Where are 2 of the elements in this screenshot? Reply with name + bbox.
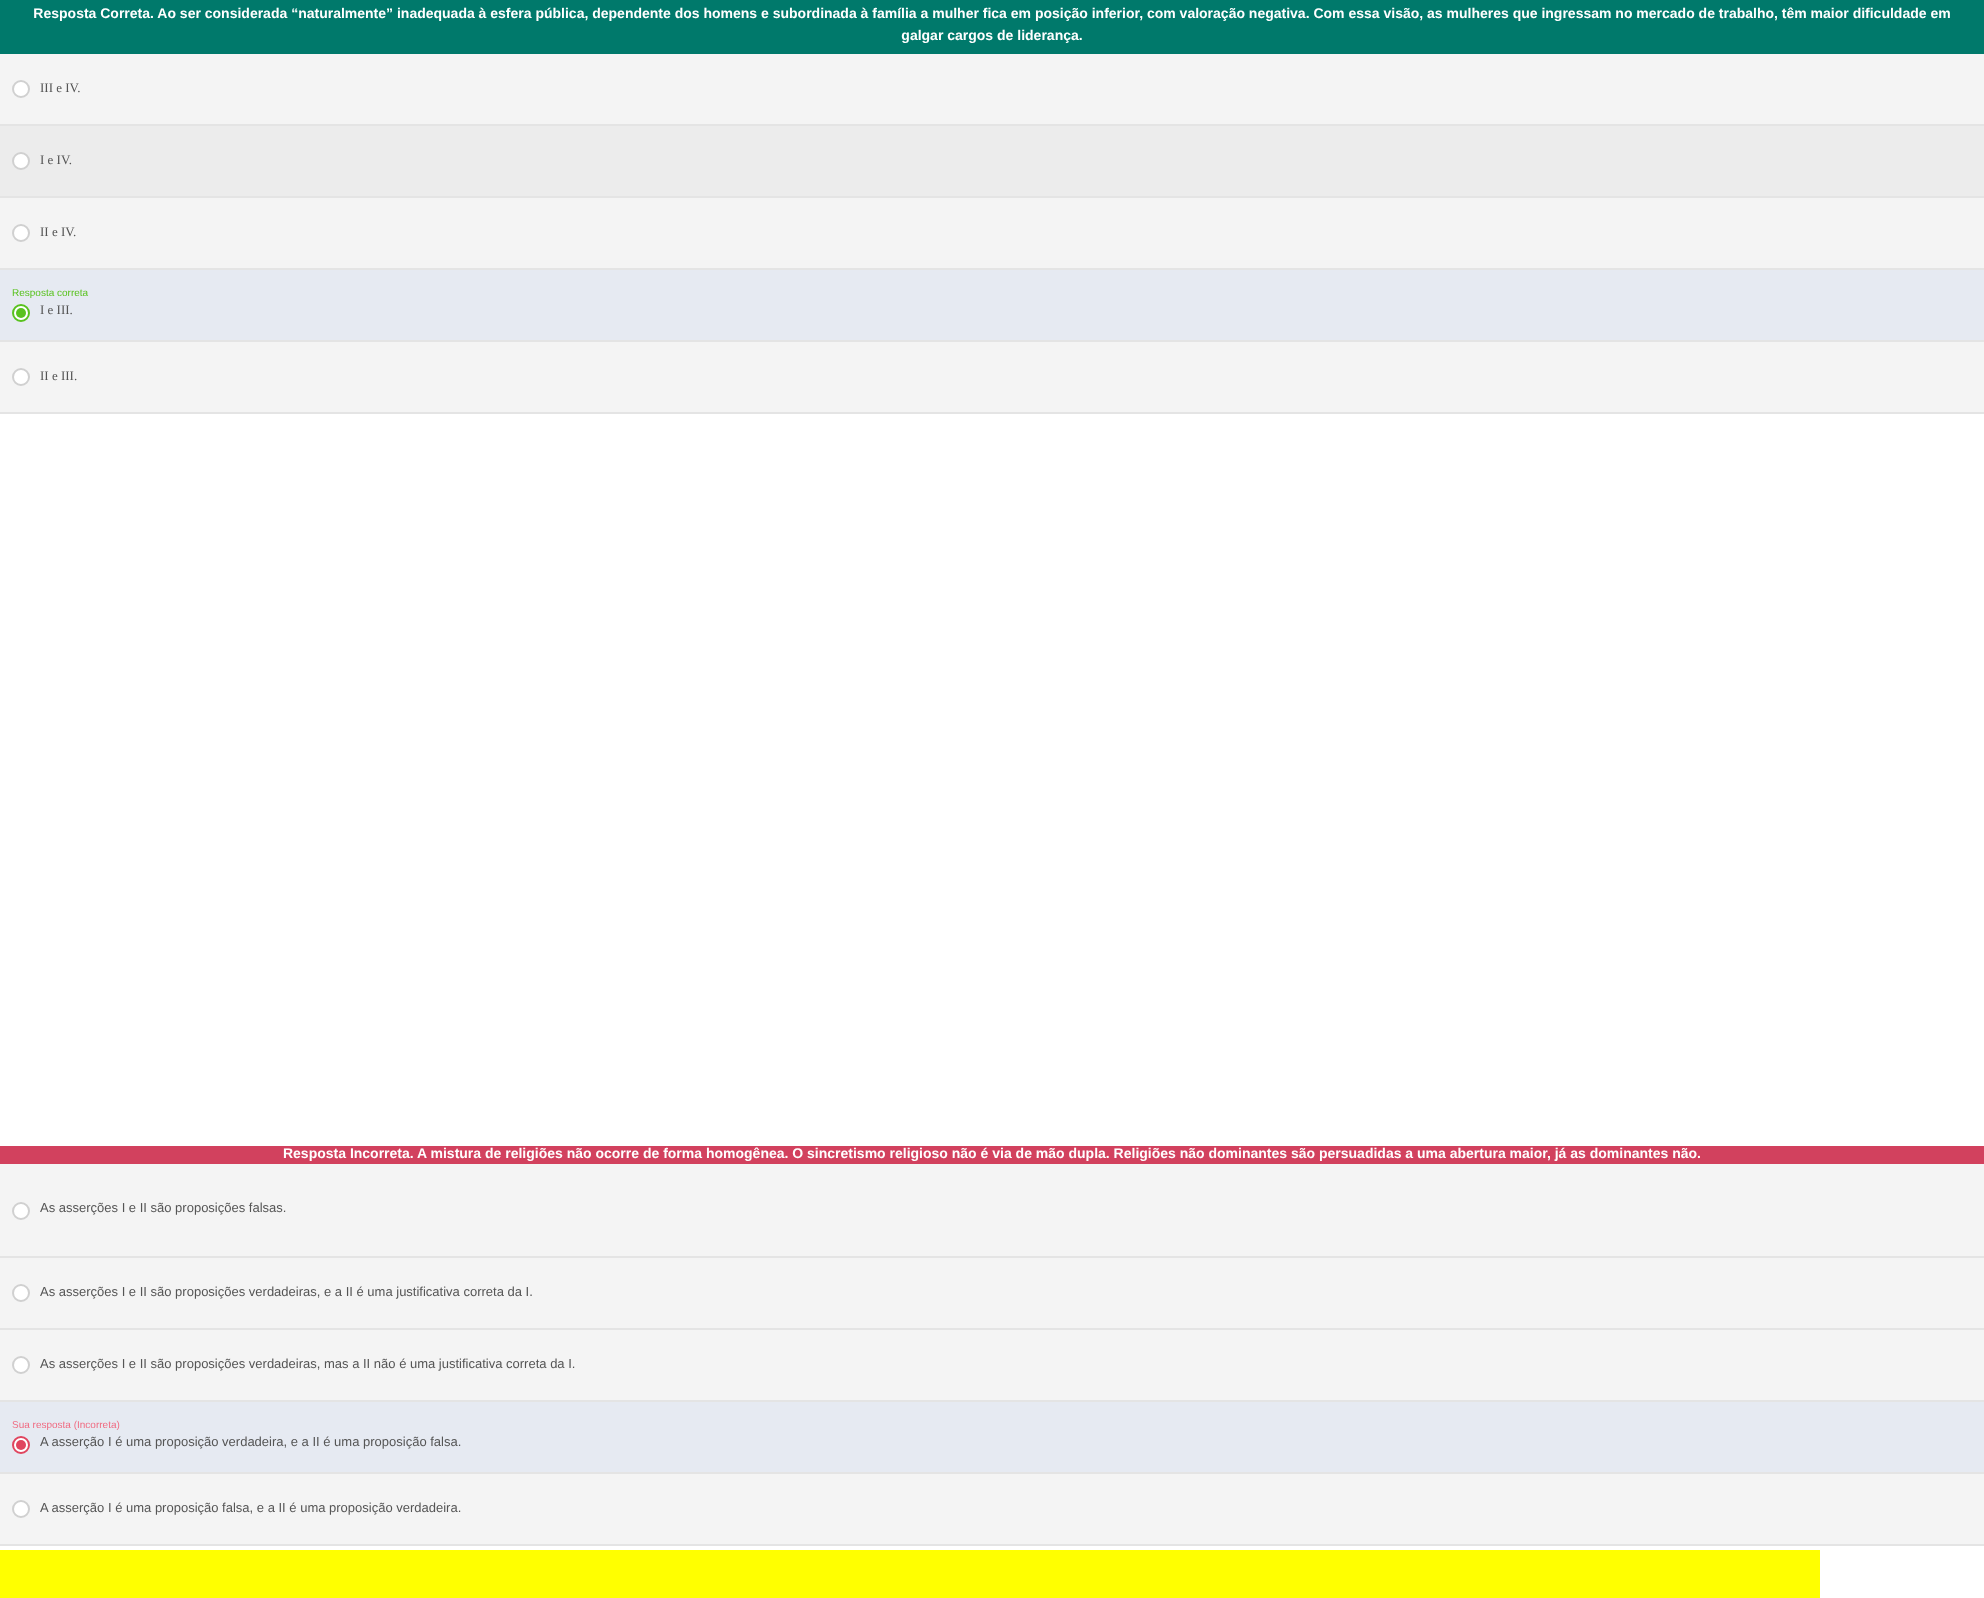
radio-button[interactable]: [12, 303, 30, 322]
radio-button[interactable]: [12, 1435, 30, 1454]
